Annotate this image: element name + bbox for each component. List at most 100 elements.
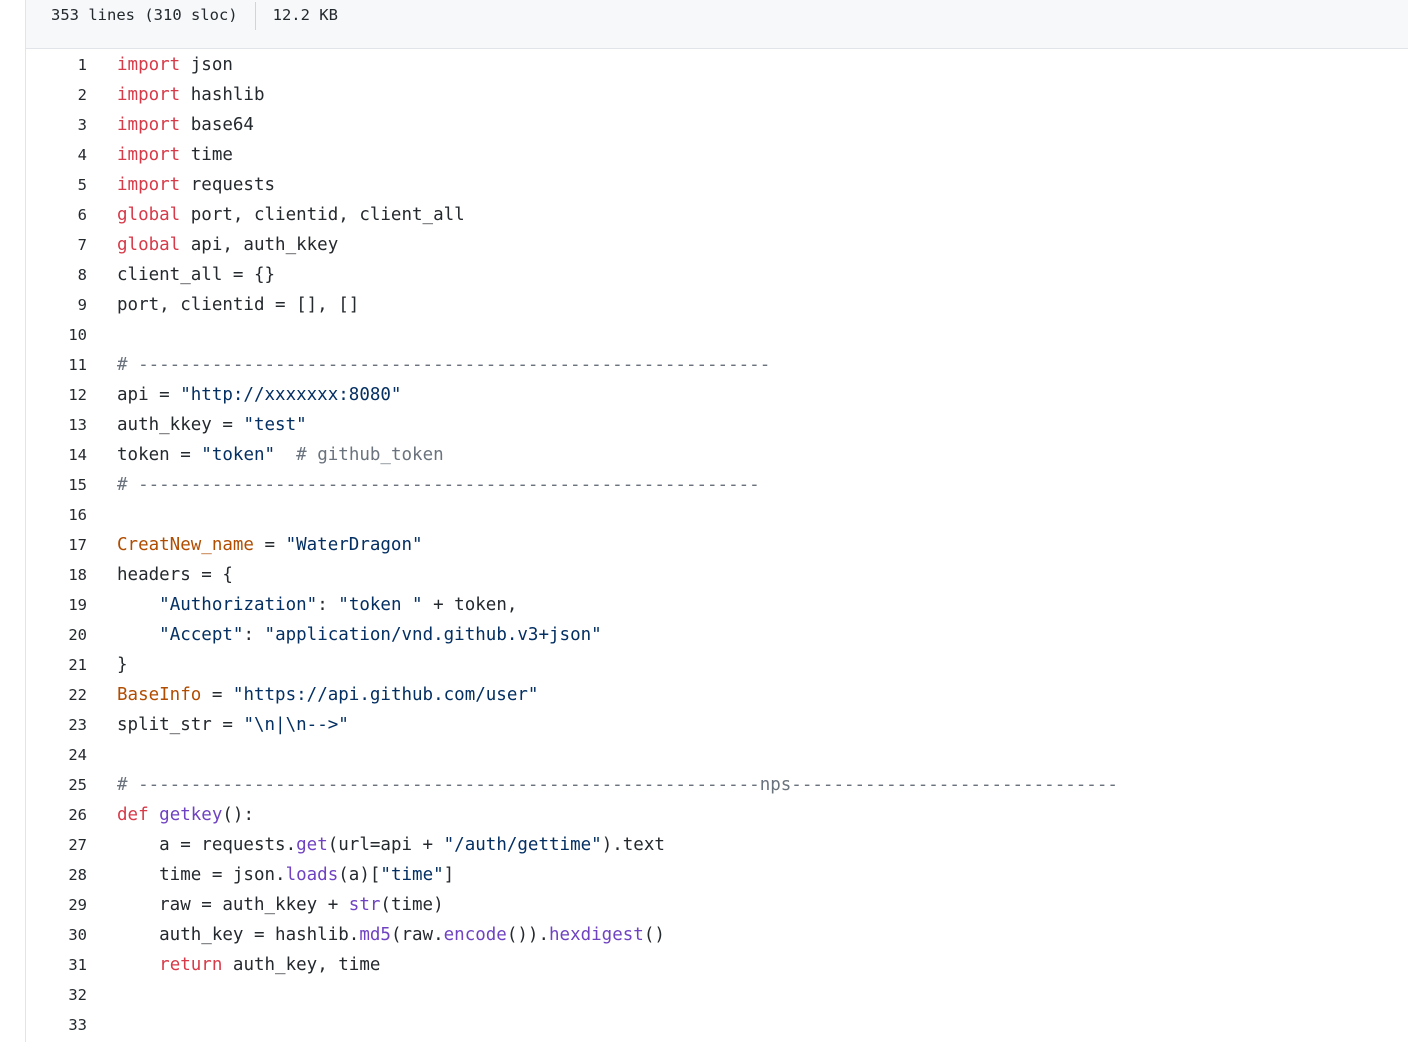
line-number[interactable]: 15 xyxy=(26,470,87,500)
code-token: auth_kkey = xyxy=(117,415,244,435)
code-token: "time" xyxy=(380,865,444,885)
code-token: get xyxy=(296,835,328,855)
code-token: time xyxy=(180,145,233,165)
line-number[interactable]: 1 xyxy=(26,50,87,80)
code-line: 30 auth_key = hashlib.md5(raw.encode()).… xyxy=(26,920,1408,950)
code-token: ()). xyxy=(506,925,549,945)
line-number[interactable]: 12 xyxy=(26,380,87,410)
code-token: (): xyxy=(222,805,254,825)
line-number[interactable]: 13 xyxy=(26,410,87,440)
line-number[interactable]: 3 xyxy=(26,110,87,140)
line-number[interactable]: 30 xyxy=(26,920,87,950)
line-number[interactable]: 25 xyxy=(26,770,87,800)
line-number[interactable]: 27 xyxy=(26,830,87,860)
code-line: 10 xyxy=(26,320,1408,350)
code-text: port, clientid = [], [] xyxy=(117,290,359,320)
code-token: headers = { xyxy=(117,565,233,585)
line-number[interactable]: 33 xyxy=(26,1010,87,1040)
code-line: 26 def getkey(): xyxy=(26,800,1408,830)
line-number[interactable]: 18 xyxy=(26,560,87,590)
code-line: 2 import hashlib xyxy=(26,80,1408,110)
code-text: BaseInfo = "https://api.github.com/user" xyxy=(117,680,538,710)
code-token: "\n|\n-->" xyxy=(243,715,349,735)
line-number[interactable]: 23 xyxy=(26,710,87,740)
code-token: auth_key = hashlib. xyxy=(117,925,360,945)
code-line: 25 # ------------------------------------… xyxy=(26,770,1408,800)
code-token: "Accept" xyxy=(159,625,244,645)
code-line: 19 "Authorization": "token " + token, xyxy=(26,590,1408,620)
line-number[interactable]: 4 xyxy=(26,140,87,170)
code-text: # --------------------------------------… xyxy=(117,470,760,500)
code-token: (raw. xyxy=(390,925,444,945)
code-token: raw = auth_kkey + xyxy=(117,895,349,915)
code-text: auth_kkey = "test" xyxy=(117,410,307,440)
line-number[interactable]: 8 xyxy=(26,260,87,290)
code-line: 6 global port, clientid, client_all xyxy=(26,200,1408,230)
code-token: () xyxy=(643,925,665,945)
code-line: 15 # ------------------------------------… xyxy=(26,470,1408,500)
line-number[interactable]: 21 xyxy=(26,650,87,680)
code-token: } xyxy=(117,655,128,675)
code-line: 23 split_str = "\n|\n-->" xyxy=(26,710,1408,740)
code-token: + token, xyxy=(422,595,518,615)
line-number[interactable]: 6 xyxy=(26,200,87,230)
code-token: requests xyxy=(180,175,276,195)
code-token: port, clientid = [], [] xyxy=(117,295,360,315)
line-number[interactable]: 10 xyxy=(26,320,87,350)
line-number[interactable]: 5 xyxy=(26,170,87,200)
code-line: 7 global api, auth_kkey xyxy=(26,230,1408,260)
code-text: } xyxy=(117,650,128,680)
code-token: client_all = {} xyxy=(117,265,276,285)
file-info: 353 lines (310 sloc) 12.2 KB xyxy=(51,0,338,30)
code-text: raw = auth_kkey + str(time) xyxy=(117,890,443,920)
line-number[interactable]: 26 xyxy=(26,800,87,830)
code-token: def xyxy=(117,805,149,825)
code-token: encode xyxy=(443,925,507,945)
code-token: hexdigest xyxy=(549,925,644,945)
line-number[interactable]: 11 xyxy=(26,350,87,380)
code-line: 28 time = json.loads(a)["time"] xyxy=(26,860,1408,890)
code-token: import xyxy=(117,55,181,75)
code-token: base64 xyxy=(180,115,254,135)
code-token: global xyxy=(117,235,181,255)
code-token: str xyxy=(348,895,381,915)
code-line: 3 import base64 xyxy=(26,110,1408,140)
line-number[interactable]: 16 xyxy=(26,500,87,530)
line-number[interactable]: 32 xyxy=(26,980,87,1010)
code-line: 17 CreatNew_name = "WaterDragon" xyxy=(26,530,1408,560)
line-number[interactable]: 17 xyxy=(26,530,87,560)
code-line: 21} xyxy=(26,650,1408,680)
code-token: getkey xyxy=(159,805,223,825)
code-line: 13 auth_kkey = "test" xyxy=(26,410,1408,440)
line-number[interactable]: 2 xyxy=(26,80,87,110)
line-number[interactable]: 7 xyxy=(26,230,87,260)
code-token: time = json. xyxy=(117,865,286,885)
code-line: 20 "Accept": "application/vnd.github.v3+… xyxy=(26,620,1408,650)
code-text: import base64 xyxy=(117,110,254,140)
code-token: : xyxy=(243,625,265,645)
code-text: # --------------------------------------… xyxy=(117,350,770,380)
line-number[interactable]: 20 xyxy=(26,620,87,650)
code-text: split_str = "\n|\n-->" xyxy=(117,710,349,740)
line-number[interactable]: 9 xyxy=(26,290,87,320)
line-number[interactable]: 19 xyxy=(26,590,87,620)
code-text: CreatNew_name = "WaterDragon" xyxy=(117,530,423,560)
line-number[interactable]: 28 xyxy=(26,860,87,890)
code-token: = xyxy=(253,535,286,555)
code-token: auth_key, time xyxy=(222,955,381,975)
code-text: def getkey(): xyxy=(117,800,254,830)
line-number[interactable]: 22 xyxy=(26,680,87,710)
code-line: 18 headers = { xyxy=(26,560,1408,590)
line-number[interactable]: 29 xyxy=(26,890,87,920)
line-count: 353 lines (310 sloc) xyxy=(51,6,238,24)
code-line: 31 return auth_key, time xyxy=(26,950,1408,980)
line-number[interactable]: 31 xyxy=(26,950,87,980)
code-token: token = xyxy=(117,445,202,465)
line-number[interactable]: 24 xyxy=(26,740,87,770)
line-number[interactable]: 14 xyxy=(26,440,87,470)
code-line: 11 # ------------------------------------… xyxy=(26,350,1408,380)
code-line: 16 xyxy=(26,500,1408,530)
